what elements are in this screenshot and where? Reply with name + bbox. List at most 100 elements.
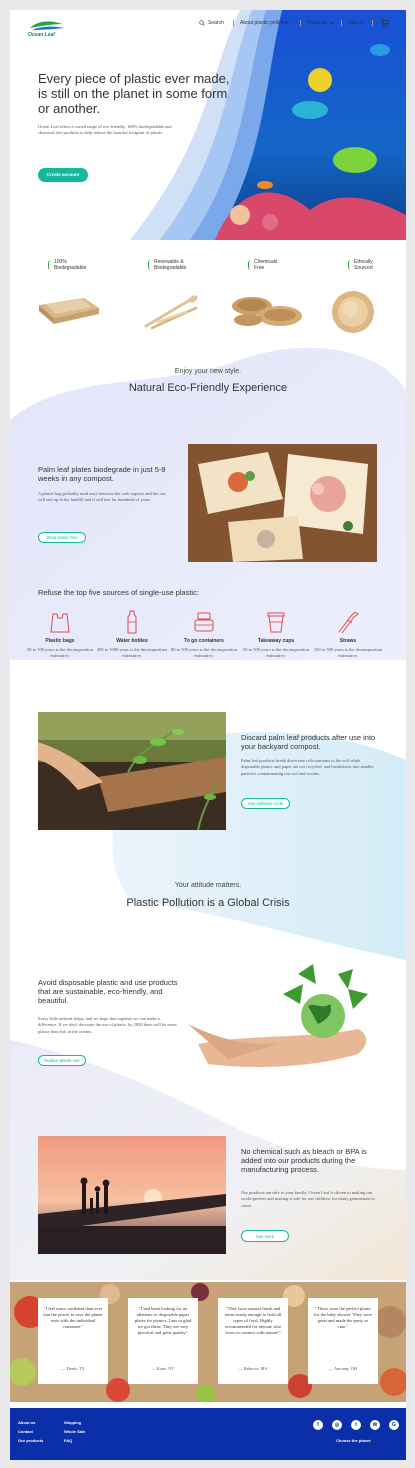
source-years: 80 to 500 years is the decomposition est… [171, 647, 237, 658]
source-years: 30 to 100 years is the decomposition est… [27, 647, 93, 658]
chemical-title: No chemical such as bleach or BPA is add… [241, 1147, 367, 1174]
nav-products-label: Products [307, 20, 327, 26]
testimonial-quote: "They have natural finish and seem sturd… [224, 1306, 282, 1335]
feature-biodegradable: 100% Biodegradable [48, 259, 87, 271]
crisis-title: Plastic Pollution is a Global Crisis [126, 897, 290, 909]
footer-link-about[interactable]: About us [18, 1420, 35, 1425]
family-pier-photo [38, 1136, 226, 1254]
nav-search-label: Search [208, 20, 224, 26]
shop-plastic-free-button[interactable]: Shop plastic free [38, 532, 86, 543]
compost-text: Palm leaf products break down into rich … [241, 758, 374, 776]
footer-link-contact[interactable]: Contact [18, 1429, 33, 1434]
nav-products[interactable]: Products [307, 20, 334, 26]
testimonial-author: — Denis, TX [61, 1366, 85, 1371]
footer-tagline: Choose the planet [336, 1438, 371, 1443]
nav-divider [300, 20, 301, 26]
chevron-down-icon [328, 21, 334, 25]
feature-label: Biodegradable [154, 264, 187, 271]
brand-logo[interactable] [28, 18, 68, 42]
nav-divider [341, 20, 342, 26]
product-palm-bowls[interactable] [228, 290, 308, 330]
reduce-plastic-use-button[interactable]: Reduce plastic use [38, 1055, 86, 1066]
straw-icon [338, 611, 359, 634]
compost-photo [38, 712, 226, 830]
nav-signin[interactable]: Sign In [348, 20, 364, 26]
footer-link-products[interactable]: Our products [18, 1438, 43, 1443]
food-container-icon [194, 612, 214, 632]
nav-divider [372, 20, 373, 26]
experience-title: Natural Eco-Friendly Experience [128, 382, 288, 394]
feature-ethically-sourced: Ethically Sourced [348, 259, 373, 271]
search-icon [199, 20, 205, 26]
plastic-bag-icon [50, 613, 70, 633]
leaf-icon [248, 260, 251, 270]
feature-label: Biodegradable [54, 264, 87, 271]
source-years: 100 to 500 years is the decomposition es… [313, 647, 383, 658]
compost-title: Discard palm leaf products after use int… [241, 733, 376, 751]
leaf-icon [48, 260, 51, 270]
testimonial-quote: "I feel more confident than ever that th… [43, 1306, 103, 1329]
water-bottle-icon [127, 610, 137, 634]
source-takeaway-cups: Takeaway cups 50 to 500 years is the dec… [240, 610, 312, 659]
chemical-text: Our products are safe to your family. Oc… [241, 1190, 375, 1208]
palm-plates-text: A plastic bag probably used once between… [38, 491, 166, 503]
testimonial-card: "I had been looking for an alternate to … [128, 1298, 198, 1384]
experience-subtitle: Enjoy your new style. [174, 368, 242, 375]
see-pollution-cycle-button[interactable]: See pollution cycle [241, 798, 290, 809]
create-account-button[interactable]: Create account [38, 168, 88, 182]
source-name: Water bottles [116, 638, 148, 644]
testimonial-author: — Antonny, OH [328, 1366, 358, 1371]
see-more-button[interactable]: See more [241, 1230, 289, 1242]
avoid-text: Every little attitude helps, and we hope… [38, 1016, 177, 1034]
feature-label: Sourced [354, 264, 373, 271]
nav-about[interactable]: About plastic pollution [240, 20, 289, 26]
avoid-title: Avoid disposable plastic and use product… [38, 978, 178, 1005]
email-icon[interactable]: ✉ [370, 1420, 380, 1430]
product-palm-trays[interactable] [34, 290, 104, 330]
leaf-icon [348, 260, 351, 270]
palm-plates-photo [188, 444, 377, 562]
feature-label: Free [254, 264, 265, 271]
testimonial-quote: "I had been looking for an alternate to … [134, 1306, 192, 1335]
source-years: 50 to 500 years is the decomposition est… [243, 647, 309, 658]
google-plus-icon[interactable]: G [389, 1420, 399, 1430]
takeaway-cup-icon [267, 612, 285, 633]
footer-link-shipping[interactable]: Shipping [64, 1420, 81, 1425]
footer-link-faq[interactable]: FAQ [64, 1438, 72, 1443]
product-round-plate[interactable] [328, 290, 378, 334]
source-years: 450 to 1000 years is the decomposition e… [96, 647, 168, 658]
footer-link-wholesale[interactable]: Whole Sale [64, 1429, 85, 1434]
nav-search[interactable]: Search [199, 20, 224, 26]
globe-hands-photo [188, 964, 368, 1067]
twitter-icon[interactable]: t [351, 1420, 361, 1430]
brand-name: Ocean Leaf [28, 32, 55, 38]
testimonial-author: — Katie, NY [151, 1366, 175, 1371]
testimonial-card: "I feel more confident than ever that th… [38, 1298, 108, 1384]
testimonial-author: — Rebecca, MA [238, 1366, 268, 1371]
source-straws: Straws 100 to 500 years is the decomposi… [312, 610, 384, 659]
source-plastic-bags: Plastic bags 30 to 100 years is the deco… [24, 610, 96, 659]
feature-renewable: Renewable & Biodegradable [148, 259, 187, 271]
source-name: Straws [339, 638, 357, 644]
nav-divider [233, 20, 234, 26]
crisis-subtitle: Your attitude matters. [174, 882, 242, 889]
source-name: Plastic bags [45, 638, 75, 644]
page: Ocean Leaf Search About plastic pollutio… [10, 10, 406, 1460]
feature-chemicals-free: Chemicals Free [248, 259, 277, 271]
testimonial-quote: "These were the perfect plates for the b… [313, 1306, 373, 1329]
palm-plates-title: Palm leaf plates biodegrade in just 5-8 … [38, 465, 166, 483]
footer: About us Contact Our products Shipping W… [10, 1408, 406, 1460]
hero-title: Every piece of plastic ever made, is sti… [38, 71, 230, 116]
facebook-icon[interactable]: f [313, 1420, 323, 1430]
hero-description: Ocean Leaf offers a varied range of eco-… [38, 124, 172, 136]
source-water-bottles: Water bottles 450 to 1000 years is the d… [96, 610, 168, 659]
source-to-go-containers: To go containers 80 to 500 years is the … [168, 610, 240, 659]
source-name: To go containers [184, 638, 224, 644]
cart-icon[interactable] [380, 18, 389, 27]
product-wooden-cutlery[interactable] [138, 290, 208, 330]
source-name: Takeaway cups [257, 638, 295, 644]
testimonial-card: "They have natural finish and seem sturd… [218, 1298, 288, 1384]
testimonial-card: "These were the perfect plates for the b… [308, 1298, 378, 1384]
leaf-icon [148, 260, 151, 270]
instagram-icon[interactable]: ◎ [332, 1420, 342, 1430]
